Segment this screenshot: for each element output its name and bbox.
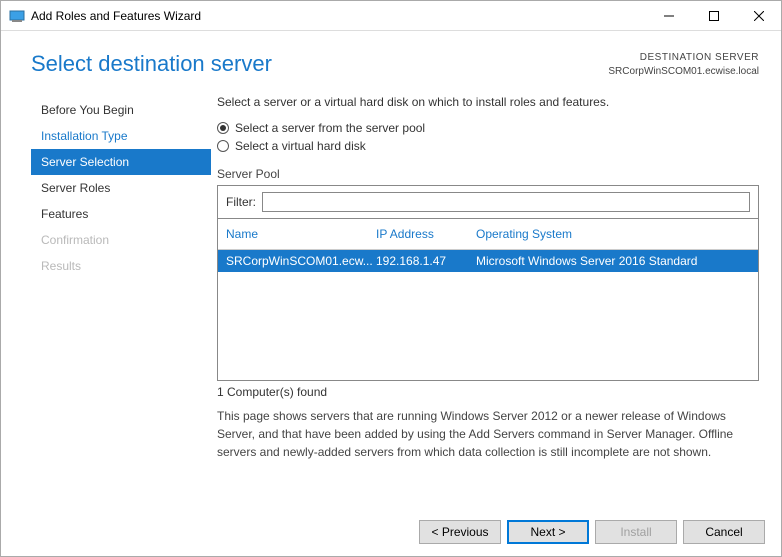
titlebar: Add Roles and Features Wizard (1, 1, 781, 31)
content: Select a server or a virtual hard disk o… (211, 91, 781, 461)
cancel-button[interactable]: Cancel (683, 520, 765, 544)
maximize-button[interactable] (691, 1, 736, 30)
sidebar-item-confirmation: Confirmation (31, 227, 211, 253)
server-pool-label: Server Pool (217, 167, 759, 181)
sidebar-item-results: Results (31, 253, 211, 279)
table-row[interactable]: SRCorpWinSCOM01.ecw... 192.168.1.47 Micr… (218, 250, 758, 272)
page-title: Select destination server (31, 51, 272, 77)
window-title: Add Roles and Features Wizard (31, 9, 646, 23)
destination-label: DESTINATION SERVER (608, 51, 759, 65)
footer: < Previous Next > Install Cancel (419, 520, 765, 544)
cell-ip: 192.168.1.47 (376, 254, 476, 268)
install-button: Install (595, 520, 677, 544)
column-name[interactable]: Name (226, 227, 376, 241)
minimize-button[interactable] (646, 1, 691, 30)
column-ip[interactable]: IP Address (376, 227, 476, 241)
radio-icon (217, 140, 229, 152)
app-icon (9, 8, 25, 24)
sidebar-item-server-roles[interactable]: Server Roles (31, 175, 211, 201)
note-text: This page shows servers that are running… (217, 407, 759, 461)
sidebar-item-installation-type[interactable]: Installation Type (31, 123, 211, 149)
radio-icon (217, 122, 229, 134)
filter-label: Filter: (226, 195, 256, 209)
column-os[interactable]: Operating System (476, 227, 750, 241)
filter-row: Filter: (218, 186, 758, 219)
sidebar-item-server-selection[interactable]: Server Selection (31, 149, 211, 175)
filter-input[interactable] (262, 192, 750, 212)
radio-label: Select a server from the server pool (235, 121, 425, 135)
previous-button[interactable]: < Previous (419, 520, 501, 544)
table-body: SRCorpWinSCOM01.ecw... 192.168.1.47 Micr… (218, 250, 758, 380)
next-button[interactable]: Next > (507, 520, 589, 544)
sidebar-item-before-you-begin[interactable]: Before You Begin (31, 97, 211, 123)
header: Select destination server DESTINATION SE… (1, 31, 781, 91)
radio-label: Select a virtual hard disk (235, 139, 366, 153)
window-controls (646, 1, 781, 30)
count-label: 1 Computer(s) found (217, 385, 759, 399)
sidebar-item-features[interactable]: Features (31, 201, 211, 227)
cell-name: SRCorpWinSCOM01.ecw... (226, 254, 376, 268)
instruction-text: Select a server or a virtual hard disk o… (217, 95, 759, 109)
cell-os: Microsoft Windows Server 2016 Standard (476, 254, 750, 268)
close-button[interactable] (736, 1, 781, 30)
sidebar: Before You Begin Installation Type Serve… (31, 91, 211, 461)
radio-server-pool[interactable]: Select a server from the server pool (217, 121, 759, 135)
table-header: Name IP Address Operating System (218, 219, 758, 250)
radio-vhd[interactable]: Select a virtual hard disk (217, 139, 759, 153)
destination-info: DESTINATION SERVER SRCorpWinSCOM01.ecwis… (608, 51, 759, 79)
server-pool-box: Filter: Name IP Address Operating System… (217, 185, 759, 381)
destination-value: SRCorpWinSCOM01.ecwise.local (608, 65, 759, 79)
